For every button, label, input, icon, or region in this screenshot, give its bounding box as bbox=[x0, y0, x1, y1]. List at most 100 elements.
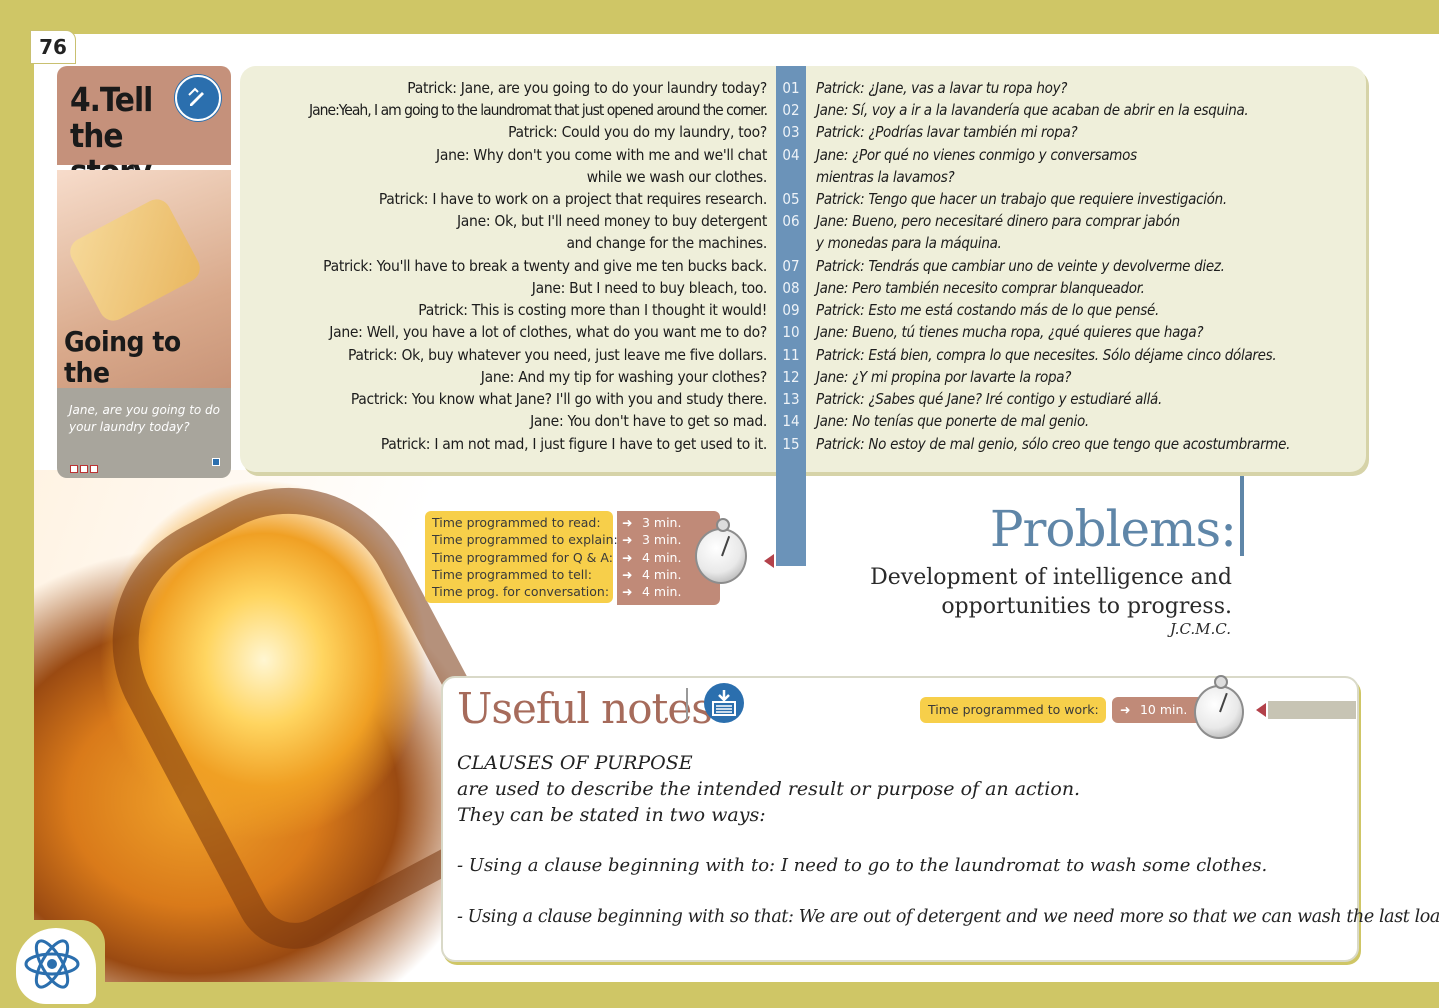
red-pointer-icon bbox=[1256, 703, 1266, 717]
arrow-right-icon: ➜ bbox=[622, 515, 633, 530]
english-line: Patrick: You'll have to break a twenty a… bbox=[323, 257, 767, 275]
arrow-right-icon: ➜ bbox=[622, 549, 633, 565]
time-label: Time programmed to tell: bbox=[432, 566, 592, 582]
time-value-row: ➜ 3 min. bbox=[622, 531, 681, 548]
stopwatch-icon bbox=[1194, 675, 1244, 739]
spanish-line: mientras la lavamos? bbox=[816, 168, 955, 186]
line-number: 09 bbox=[782, 301, 800, 319]
dot-2 bbox=[80, 465, 88, 473]
time-label: Time programmed for Q & A: bbox=[432, 549, 613, 565]
notes-tab bbox=[1268, 701, 1356, 719]
english-line: Jane: You don't have to get so mad. bbox=[530, 412, 767, 430]
spanish-line: Patrick: Esto me está costando más de lo… bbox=[816, 301, 1159, 319]
problems-subtitle: Development of intelligence and opportun… bbox=[870, 565, 1232, 619]
english-line: Patrick: Could you do my laundry, too? bbox=[508, 123, 767, 141]
spanish-line: Patrick: ¿Sabes qué Jane? Iré contigo y … bbox=[816, 390, 1162, 408]
top-frame bbox=[0, 0, 1439, 34]
left-frame bbox=[0, 0, 34, 1008]
line-number: 01 bbox=[782, 79, 800, 97]
stopwatch-icon bbox=[695, 518, 747, 584]
english-line: and change for the machines. bbox=[566, 234, 767, 252]
time-value: 4 min. bbox=[641, 566, 682, 582]
english-line: Jane: And my tip for washing your clothe… bbox=[480, 368, 768, 386]
line-number: 08 bbox=[782, 279, 800, 297]
english-line: while we wash our clothes. bbox=[586, 168, 768, 186]
english-line: Patrick: Ok, buy whatever you need, just… bbox=[347, 346, 767, 364]
dot-3 bbox=[90, 465, 98, 473]
time-label: Time programmed to explain: bbox=[432, 532, 618, 548]
time-value-row: ➜ 4 min. bbox=[622, 549, 681, 566]
story-caption: Jane, are you going to do your laundry t… bbox=[69, 403, 221, 434]
spanish-line: Jane: No tenías que ponerte de mal genio… bbox=[816, 412, 1089, 430]
line-number: 10 bbox=[782, 323, 800, 341]
head-atom-logo bbox=[16, 928, 96, 1004]
arrow-right-icon: ➜ bbox=[622, 584, 633, 600]
time-label: Time programmed to read: bbox=[432, 515, 601, 530]
bottom-frame bbox=[0, 982, 1439, 1008]
line-number: 15 bbox=[782, 435, 800, 453]
problems-title: Problems: bbox=[989, 500, 1237, 558]
spanish-line: Patrick: Tengo que hacer un trabajo que … bbox=[816, 190, 1227, 208]
note-line: They can be stated in two ways: bbox=[457, 804, 766, 826]
blue-square-marker bbox=[212, 458, 220, 466]
time-value-row: ➜ 4 min. bbox=[622, 583, 681, 600]
arrow-right-icon: ➜ bbox=[1120, 702, 1131, 717]
spanish-line: y monedas para la máquina. bbox=[816, 234, 1002, 252]
english-line: Patrick: This is costing more than I tho… bbox=[418, 301, 767, 319]
work-time-value: ➜ 10 min. bbox=[1112, 697, 1198, 723]
spanish-line: Patrick: Tendrás que cambiar uno de vein… bbox=[816, 257, 1225, 275]
red-pointer-icon bbox=[764, 554, 774, 568]
spanish-line: Patrick: ¿Jane, vas a lavar tu ropa hoy? bbox=[816, 79, 1068, 97]
spanish-line: Jane: Bueno, tú tienes mucha ropa, ¿qué … bbox=[816, 323, 1204, 341]
line-number: 04 bbox=[782, 146, 800, 164]
pagination-dots bbox=[70, 458, 100, 477]
time-value: 3 min. bbox=[641, 515, 682, 530]
arrow-right-icon: ➜ bbox=[622, 532, 633, 548]
english-line: Jane: Well, you have a lot of clothes, w… bbox=[329, 323, 767, 341]
line-number: 11 bbox=[782, 346, 800, 364]
line-number: 05 bbox=[782, 190, 800, 208]
spanish-line: Jane: ¿Por qué no vienes conmigo y conve… bbox=[816, 146, 1137, 164]
english-line: Patrick: I have to work on a project tha… bbox=[378, 190, 767, 208]
time-value: 3 min. bbox=[641, 532, 682, 548]
spanish-line: Patrick: No estoy de mal genio, sólo cre… bbox=[816, 435, 1291, 453]
english-line: Jane:Yeah, I am going to the laundromat … bbox=[309, 101, 768, 119]
useful-notes-title: Useful notes bbox=[457, 684, 713, 733]
english-line: Pactrick: You know what Jane? I'll go wi… bbox=[350, 390, 767, 408]
note-line: are used to describe the intended result… bbox=[457, 778, 1081, 800]
dot-1 bbox=[70, 465, 78, 473]
pencil-icon bbox=[175, 75, 221, 121]
line-number: 06 bbox=[782, 212, 800, 230]
arrow-right-icon: ➜ bbox=[622, 566, 633, 582]
line-number: 14 bbox=[782, 412, 800, 430]
english-line: Jane: Why don't you come with me and we'… bbox=[436, 146, 767, 164]
work-time-label: Time programmed to work: bbox=[920, 697, 1106, 723]
english-line: Patrick: Jane, are you going to do your … bbox=[407, 79, 767, 97]
note-line: - Using a clause beginning with to: I ne… bbox=[457, 855, 1268, 876]
english-line: Jane: Ok, but I'll need money to buy det… bbox=[457, 212, 767, 230]
english-line: Jane: But I need to buy bleach, too. bbox=[531, 279, 768, 297]
line-number: 02 bbox=[782, 101, 800, 119]
spanish-line: Jane: Bueno, pero necesitaré dinero para… bbox=[816, 212, 1180, 230]
time-label: Time prog. for conversation: bbox=[432, 584, 610, 600]
page-number: 76 bbox=[30, 30, 76, 64]
spanish-line: Jane: Sí, voy a ir a la lavandería que a… bbox=[816, 101, 1249, 119]
notes-title-separator bbox=[686, 688, 688, 720]
time-labels: Time programmed to read: Time programmed… bbox=[432, 514, 618, 600]
english-line: Patrick: I am not mad, I just figure I h… bbox=[380, 435, 767, 453]
problems-divider bbox=[1240, 476, 1244, 556]
spanish-line: Patrick: Está bien, compra lo que necesi… bbox=[816, 346, 1277, 364]
spanish-line: Patrick: ¿Podrías lavar también mi ropa? bbox=[816, 123, 1078, 141]
note-line: - Using a clause beginning with so that:… bbox=[457, 907, 1439, 927]
clauses-heading: CLAUSES OF PURPOSE bbox=[457, 752, 693, 774]
time-value-row: ➜ 4 min. bbox=[622, 566, 681, 583]
download-notes-icon bbox=[704, 683, 744, 723]
problems-author: J.C.M.C. bbox=[1169, 620, 1231, 638]
spanish-line: Jane: Pero también necesito comprar blan… bbox=[816, 279, 1145, 297]
time-values: ➜ 3 min. ➜ 3 min. ➜ 4 min. ➜ 4 min. ➜ 4 … bbox=[622, 514, 681, 600]
line-number: 03 bbox=[782, 123, 800, 141]
spanish-line: Jane: ¿Y mi propina por lavarte la ropa? bbox=[816, 368, 1072, 386]
work-time-value-text: 10 min. bbox=[1139, 702, 1188, 717]
line-number: 13 bbox=[782, 390, 800, 408]
time-value-row: ➜ 3 min. bbox=[622, 514, 681, 531]
